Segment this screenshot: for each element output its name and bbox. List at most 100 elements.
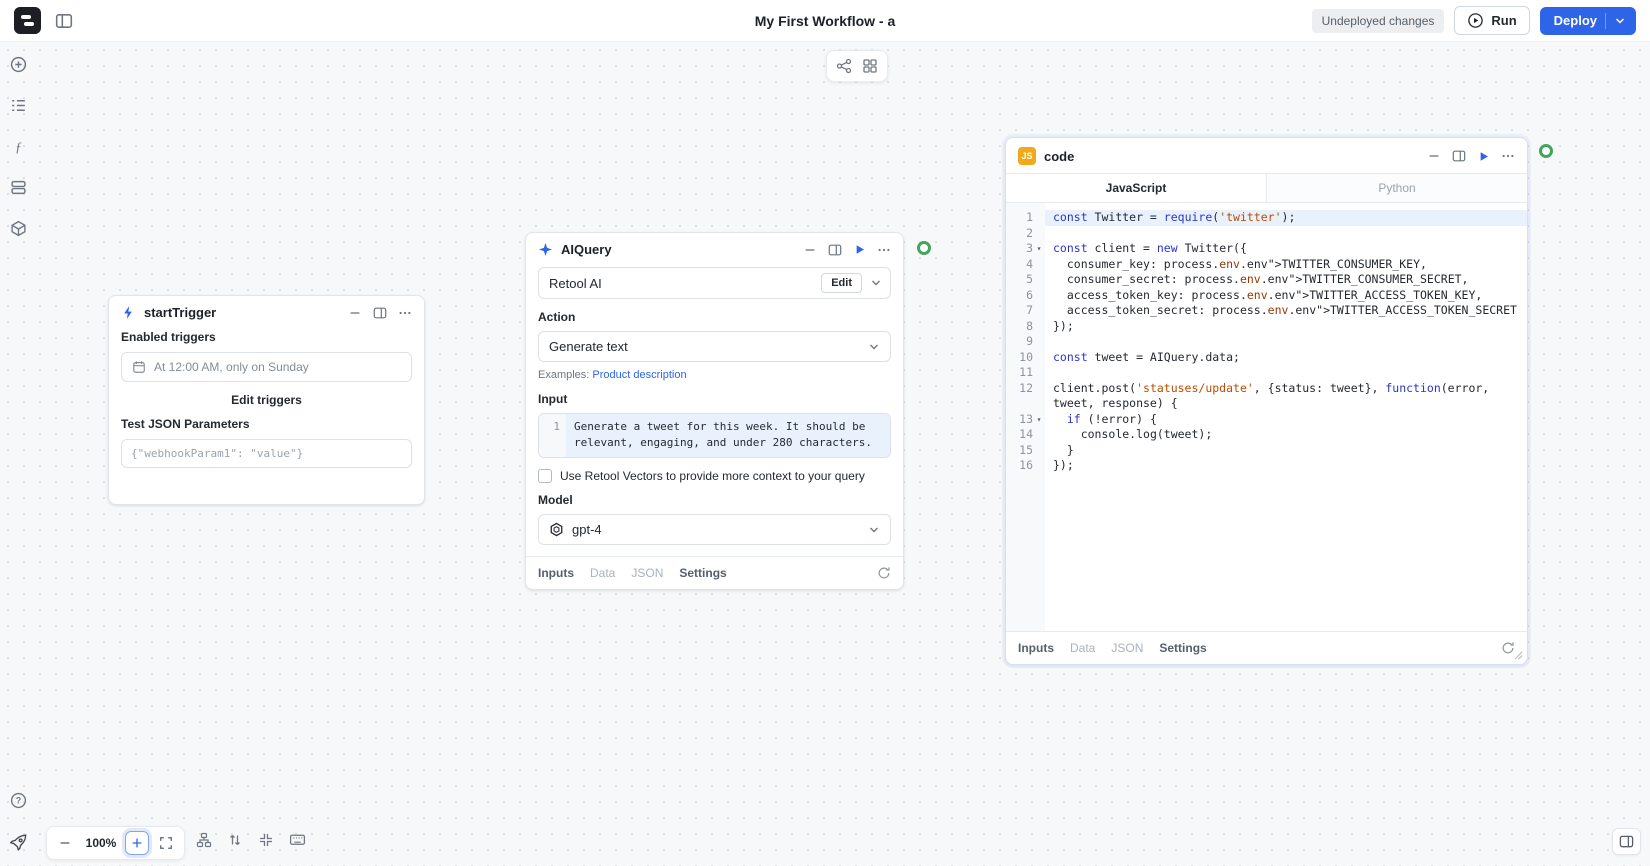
code-line-text[interactable]: if (!error) { [1045,412,1527,428]
tab-inputs[interactable]: Inputs [1018,641,1054,655]
run-button-label: Run [1491,13,1516,28]
code-editor[interactable]: 1const Twitter = require('twitter');2 3▾… [1006,203,1527,631]
zoom-in-icon[interactable] [125,831,149,855]
code-line: 7 access_token_secret: process.env.env">… [1006,303,1527,319]
chevron-down-icon [868,524,880,536]
start-trigger-node[interactable]: startTrigger Enabled triggers At 12:00 A… [108,295,425,505]
vectors-checkbox[interactable] [538,469,552,483]
resize-handle[interactable] [1513,650,1524,661]
tab-settings[interactable]: Settings [1159,641,1206,655]
keyboard-shortcuts-icon[interactable] [289,831,306,848]
code-line-text[interactable]: consumer_key: process.env.env">TWITTER_C… [1045,257,1527,273]
tab-data[interactable]: Data [590,566,615,580]
minimize-icon[interactable] [348,306,362,320]
right-panel-toggle-icon[interactable] [1612,828,1641,855]
zoom-to-fit-icon[interactable] [258,832,274,848]
layers-icon[interactable] [10,179,27,196]
code-line-text[interactable]: const Twitter = require('twitter'); [1045,210,1527,226]
tab-data[interactable]: Data [1070,641,1095,655]
organize-branch-icon[interactable] [836,58,852,74]
aiquery-output-connector[interactable] [917,241,931,255]
rocket-icon[interactable] [9,833,28,852]
deploy-button[interactable]: Deploy [1540,7,1636,35]
edit-triggers-button[interactable]: Edit triggers [121,382,412,417]
code-line: 3▾const client = new Twitter({ [1006,241,1527,257]
blocks-grid-icon[interactable] [862,58,878,74]
line-number: 11 [1006,365,1045,381]
fold-chevron-icon[interactable]: ▾ [1033,412,1045,428]
language-tabs: JavaScript Python [1006,173,1527,203]
code-line: 10const tweet = AIQuery.data; [1006,350,1527,366]
refresh-icon[interactable] [877,566,891,580]
code-line-text[interactable]: }); [1045,319,1527,335]
prompt-text[interactable]: Generate a tweet for this week. It shoul… [566,414,890,457]
deploy-button-label: Deploy [1554,13,1597,28]
code-editor-lines[interactable]: 1const Twitter = require('twitter');2 3▾… [1006,203,1527,631]
resource-select[interactable]: Retool AI Edit [538,267,891,299]
code-node[interactable]: JS code JavaScript Python 1const Twitter… [1005,137,1528,665]
minimize-icon[interactable] [803,243,817,257]
code-line-text[interactable]: } [1045,443,1527,459]
package-icon[interactable] [10,220,27,237]
tab-json[interactable]: JSON [631,566,663,580]
aiquery-header: AIQuery [526,233,903,265]
chevron-down-icon[interactable] [870,277,882,289]
fullscreen-icon[interactable] [154,831,178,855]
run-button[interactable]: Run [1454,6,1529,35]
workflow-canvas[interactable]: ƒ ? startTrigger [0,42,1650,866]
more-options-icon[interactable] [398,306,412,320]
code-output-connector[interactable] [1539,144,1553,158]
code-line-text[interactable]: console.log(tweet); [1045,427,1527,443]
examples-link[interactable]: Product description [592,369,686,381]
code-line-text[interactable]: access_token_secret: process.env.env">TW… [1045,303,1527,319]
expand-panel-icon[interactable] [1452,149,1466,163]
test-json-input[interactable] [121,439,412,468]
tab-json[interactable]: JSON [1111,641,1143,655]
code-line-text[interactable] [1045,226,1527,242]
minimize-icon[interactable] [1427,149,1441,163]
fold-chevron-icon[interactable]: ▾ [1033,241,1045,257]
code-line-text[interactable]: const tweet = AIQuery.data; [1045,350,1527,366]
schedule-display[interactable]: At 12:00 AM, only on Sunday [121,352,412,382]
code-line-text[interactable]: const client = new Twitter({ [1045,241,1527,257]
add-block-icon[interactable] [10,56,27,73]
lightning-icon [121,305,136,320]
expand-panel-icon[interactable] [373,306,387,320]
model-select[interactable]: gpt-4 [538,514,891,545]
chevron-down-icon[interactable] [1614,15,1626,27]
connection-wires [0,42,300,192]
left-panel-toggle-icon[interactable] [55,12,73,30]
vertical-arrows-icon[interactable] [227,832,243,848]
model-label: Model [538,493,891,507]
code-line-text[interactable]: client.post('statuses/update', {status: … [1045,381,1527,412]
code-line-text[interactable]: access_token_key: process.env.env">TWITT… [1045,288,1527,304]
line-number: 12 [1006,381,1045,412]
tab-javascript[interactable]: JavaScript [1006,174,1266,202]
aiquery-node[interactable]: AIQuery Retool AI Edit Action Generate t… [525,232,904,590]
code-line-text[interactable] [1045,334,1527,350]
blocks-list-icon[interactable] [10,97,27,114]
prompt-editor[interactable]: 1 Generate a tweet for this week. It sho… [538,413,891,458]
play-icon[interactable] [853,243,866,256]
line-number: 2 [1006,226,1045,242]
more-options-icon[interactable] [877,243,891,257]
action-select[interactable]: Generate text [538,331,891,362]
retool-logo[interactable] [14,7,41,34]
deploy-divider [1605,13,1606,29]
tab-settings[interactable]: Settings [679,566,726,580]
help-icon[interactable]: ? [10,792,27,809]
code-line-text[interactable] [1045,365,1527,381]
code-line-text[interactable]: consumer_secret: process.env.env">TWITTE… [1045,272,1527,288]
play-icon[interactable] [1477,150,1490,163]
auto-layout-icon[interactable] [196,832,212,848]
functions-icon[interactable]: ƒ [10,138,27,155]
tab-inputs[interactable]: Inputs [538,566,574,580]
retool-logo-glyph [20,13,35,28]
zoom-out-icon[interactable] [53,831,77,855]
edit-resource-button[interactable]: Edit [821,273,862,293]
more-options-icon[interactable] [1501,149,1515,163]
expand-panel-icon[interactable] [828,243,842,257]
code-line-text[interactable]: }); [1045,458,1527,474]
node-title: AIQuery [561,242,612,257]
tab-python[interactable]: Python [1266,174,1527,202]
